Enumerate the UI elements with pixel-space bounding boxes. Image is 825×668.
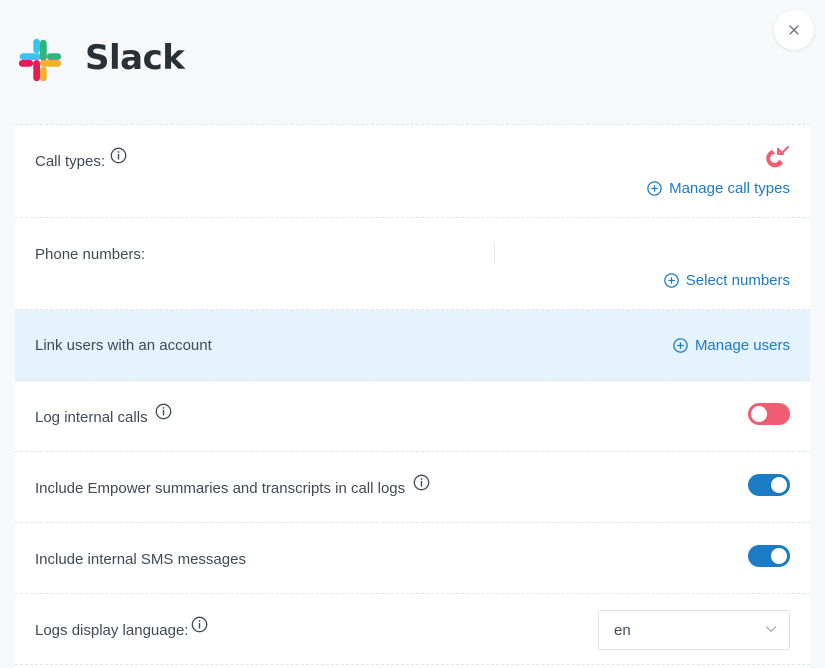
- select-numbers-link[interactable]: Select numbers: [664, 272, 790, 289]
- plus-circle-icon: [673, 338, 688, 353]
- slack-logo: [18, 38, 62, 82]
- info-icon[interactable]: [110, 147, 127, 164]
- info-icon[interactable]: [155, 403, 172, 420]
- manage-call-types-link[interactable]: Manage call types: [647, 180, 790, 197]
- close-icon: [789, 25, 799, 35]
- toggle-knob: [771, 548, 787, 564]
- close-button[interactable]: [774, 10, 814, 50]
- display-language-select[interactable]: en: [598, 610, 790, 650]
- toggle-knob: [771, 477, 787, 493]
- phone-numbers-label: Phone numbers:: [35, 246, 146, 263]
- plus-circle-icon: [647, 181, 662, 196]
- call-type-icon: [766, 146, 789, 168]
- select-numbers-label: Select numbers: [685, 272, 790, 289]
- app-title: Slack: [85, 38, 185, 78]
- include-sms-label: Include internal SMS messages: [35, 551, 246, 568]
- settings-panel: Call types: Manage call types Phone numb…: [15, 124, 810, 668]
- toggle-knob: [751, 406, 767, 422]
- include-empower-row: Include Empower summaries and transcript…: [15, 452, 810, 523]
- manage-users-label: Manage users: [694, 337, 790, 354]
- include-empower-toggle[interactable]: [748, 474, 790, 496]
- display-language-value: en: [614, 622, 631, 639]
- manage-call-types-label: Manage call types: [669, 180, 790, 197]
- call-types-label: Call types:: [35, 153, 106, 170]
- info-icon[interactable]: [191, 616, 208, 633]
- link-users-row: Link users with an account Manage users: [15, 310, 810, 381]
- display-language-label: Logs display language:: [35, 622, 189, 639]
- link-users-label: Link users with an account: [35, 337, 212, 354]
- log-internal-calls-row: Log internal calls: [15, 381, 810, 452]
- include-sms-toggle[interactable]: [748, 545, 790, 567]
- manage-users-link[interactable]: Manage users: [673, 337, 790, 354]
- chevron-down-icon: [765, 626, 777, 633]
- info-icon[interactable]: [413, 474, 430, 491]
- phone-numbers-row: Phone numbers: Select numbers: [15, 218, 810, 310]
- plus-circle-icon: [664, 273, 679, 288]
- header: Slack: [0, 0, 825, 124]
- divider: [494, 244, 495, 264]
- include-sms-row: Include internal SMS messages: [15, 523, 810, 594]
- include-empower-label: Include Empower summaries and transcript…: [35, 480, 406, 497]
- call-types-row: Call types: Manage call types: [15, 125, 810, 218]
- display-language-row: Logs display language: en: [15, 594, 810, 665]
- log-internal-calls-label: Log internal calls: [35, 409, 148, 426]
- log-internal-calls-toggle[interactable]: [748, 403, 790, 425]
